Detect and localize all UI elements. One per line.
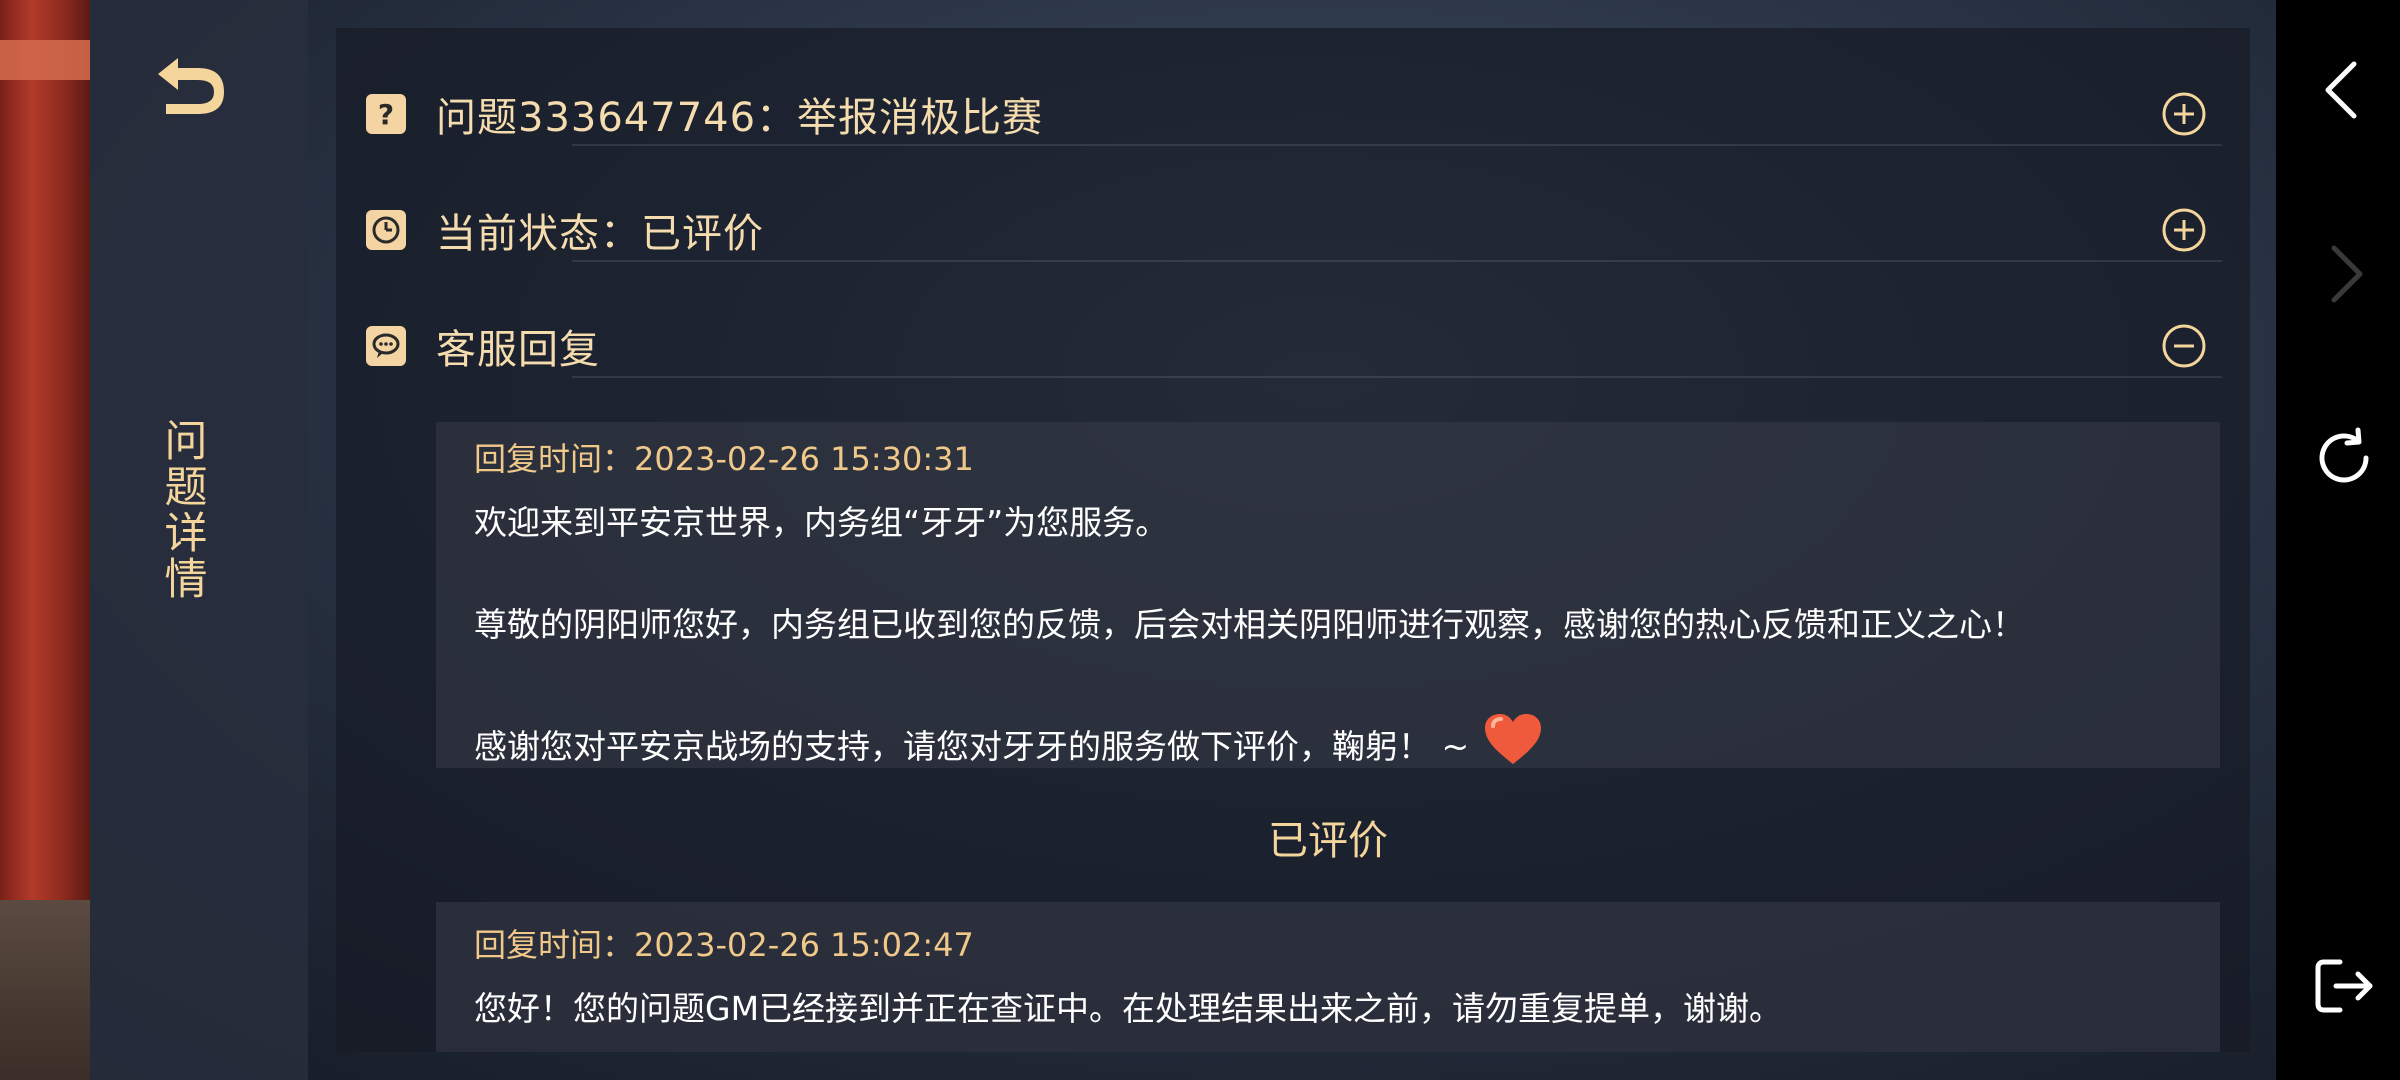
- system-nav-bar: [2276, 0, 2400, 1080]
- question-title-row[interactable]: ? 问题333647746：举报消极比赛: [366, 56, 2236, 172]
- reply-text-with-heart: 感谢您对平安京战场的支持，请您对牙牙的服务做下评价，鞠躬！ ~: [474, 712, 1543, 768]
- reply-time: 回复时间：2023-02-26 15:02:47: [474, 926, 974, 964]
- reply-time: 回复时间：2023-02-26 15:30:31: [474, 440, 974, 478]
- page-title: 问题详情: [157, 418, 207, 602]
- reply-text: 您好！您的问题GM已经接到并正在查证中。在处理结果出来之前，请勿重复提单，谢谢。: [474, 989, 1783, 1028]
- reply-text: 感谢您对平安京战场的支持，请您对牙牙的服务做下评价，鞠躬！ ~: [474, 727, 1470, 766]
- plus-circle-icon[interactable]: [2162, 208, 2206, 252]
- reply-card: 回复时间：2023-02-26 15:02:47 您好！您的问题GM已经接到并正…: [436, 902, 2220, 1052]
- background-pillar: [0, 0, 90, 1080]
- reply-section-label: 客服回复: [436, 327, 600, 373]
- reply-card: 回复时间：2023-02-26 15:30:31 欢迎来到平安京世界，内务组“牙…: [436, 422, 2220, 768]
- back-button[interactable]: [148, 52, 232, 122]
- status-row[interactable]: 当前状态：已评价: [366, 172, 2236, 288]
- divider: [572, 144, 2222, 146]
- reply-section-row[interactable]: 客服回复: [366, 288, 2236, 404]
- question-title: 问题333647746：举报消极比赛: [436, 95, 1044, 141]
- clock-icon: [366, 210, 406, 250]
- heart-icon: [1485, 714, 1542, 764]
- question-detail-panel: ? 问题333647746：举报消极比赛 当前状态：已评价 客服回复 回复时间：…: [336, 28, 2250, 1052]
- minus-circle-icon[interactable]: [2162, 324, 2206, 368]
- question-icon: ?: [366, 94, 406, 134]
- nav-back-icon[interactable]: [2312, 58, 2376, 122]
- plus-circle-icon[interactable]: [2162, 92, 2206, 136]
- reply-text: 欢迎来到平安京世界，内务组“牙牙”为您服务。: [474, 503, 1169, 542]
- chat-bubble-icon: [366, 326, 406, 366]
- nav-forward-icon[interactable]: [2312, 242, 2376, 306]
- refresh-icon[interactable]: [2312, 426, 2376, 490]
- divider: [572, 260, 2222, 262]
- back-arrow-icon: [158, 58, 224, 114]
- divider: [572, 376, 2222, 378]
- status-label: 当前状态：已评价: [436, 211, 764, 257]
- rated-status: 已评价: [1268, 818, 1388, 864]
- left-rail: 问题详情: [90, 0, 308, 1080]
- exit-icon[interactable]: [2312, 954, 2376, 1018]
- reply-text: 尊敬的阴阳师您好，内务组已收到您的反馈，后会对相关阴阳师进行观察，感谢您的热心反…: [474, 605, 2025, 644]
